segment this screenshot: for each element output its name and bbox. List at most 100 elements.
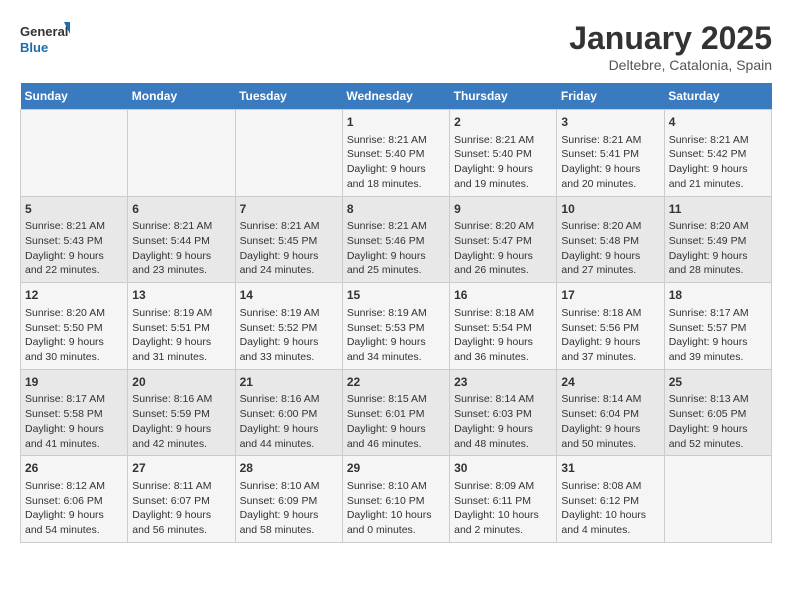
- header-thursday: Thursday: [450, 83, 557, 110]
- calendar-cell: 9Sunrise: 8:20 AM Sunset: 5:47 PM Daylig…: [450, 196, 557, 283]
- calendar-cell: 20Sunrise: 8:16 AM Sunset: 5:59 PM Dayli…: [128, 369, 235, 456]
- day-number: 18: [669, 287, 767, 304]
- header-row: SundayMondayTuesdayWednesdayThursdayFrid…: [21, 83, 772, 110]
- calendar-cell: [128, 110, 235, 197]
- day-number: 13: [132, 287, 230, 304]
- day-number: 15: [347, 287, 445, 304]
- calendar-cell: 5Sunrise: 8:21 AM Sunset: 5:43 PM Daylig…: [21, 196, 128, 283]
- day-number: 9: [454, 201, 552, 218]
- calendar-cell: 3 Sunrise: 8:21 AM Sunset: 5:41 PM Daylig…: [557, 110, 664, 197]
- day-number: 29: [347, 460, 445, 477]
- day-info: Sunrise: 8:09 AM Sunset: 6:11 PM Dayligh…: [454, 479, 552, 538]
- calendar-cell: 15 Sunrise: 8:19 AM Sunset: 5:53 PM Dayli…: [342, 283, 449, 370]
- calendar-cell: 31 Sunrise: 8:08 AM Sunset: 6:12 PM Dayli…: [557, 456, 664, 543]
- day-info: Sunrise: 8:21 AM Sunset: 5:40 PM Dayligh…: [454, 133, 552, 192]
- calendar-cell: 2 Sunrise: 8:21 AM Sunset: 5:40 PM Daylig…: [450, 110, 557, 197]
- calendar-cell: 4 Sunrise: 8:21 AM Sunset: 5:42 PM Daylig…: [664, 110, 771, 197]
- location-subtitle: Deltebre, Catalonia, Spain: [569, 57, 772, 73]
- day-number: 27: [132, 460, 230, 477]
- day-info: Sunrise: 8:10 AM Sunset: 6:09 PM Dayligh…: [240, 479, 338, 538]
- day-number: 19: [25, 374, 123, 391]
- calendar-cell: 25Sunrise: 8:13 AM Sunset: 6:05 PM Dayli…: [664, 369, 771, 456]
- logo: General Blue: [20, 20, 70, 60]
- month-title: January 2025: [569, 20, 772, 57]
- day-number: 10: [561, 201, 659, 218]
- day-info: Sunrise: 8:19 AM Sunset: 5:51 PM Dayligh…: [132, 306, 230, 365]
- day-number: 14: [240, 287, 338, 304]
- day-info: Sunrise: 8:08 AM Sunset: 6:12 PM Dayligh…: [561, 479, 659, 538]
- day-number: 6: [132, 201, 230, 218]
- day-info: Sunrise: 8:16 AM Sunset: 5:59 PM Dayligh…: [132, 392, 230, 451]
- day-info: Sunrise: 8:21 AM Sunset: 5:46 PM Dayligh…: [347, 219, 445, 278]
- calendar-cell: 16Sunrise: 8:18 AM Sunset: 5:54 PM Dayli…: [450, 283, 557, 370]
- week-row-1: 1 Sunrise: 8:21 AM Sunset: 5:40 PM Daylig…: [21, 110, 772, 197]
- calendar-cell: 22Sunrise: 8:15 AM Sunset: 6:01 PM Dayli…: [342, 369, 449, 456]
- header-monday: Monday: [128, 83, 235, 110]
- day-number: 21: [240, 374, 338, 391]
- svg-text:General: General: [20, 24, 68, 39]
- header-sunday: Sunday: [21, 83, 128, 110]
- calendar-cell: 12Sunrise: 8:20 AM Sunset: 5:50 PM Dayli…: [21, 283, 128, 370]
- day-info: Sunrise: 8:21 AM Sunset: 5:42 PM Dayligh…: [669, 133, 767, 192]
- day-info: Sunrise: 8:21 AM Sunset: 5:41 PM Dayligh…: [561, 133, 659, 192]
- day-info: Sunrise: 8:20 AM Sunset: 5:49 PM Dayligh…: [669, 219, 767, 278]
- week-row-5: 26Sunrise: 8:12 AM Sunset: 6:06 PM Dayli…: [21, 456, 772, 543]
- day-info: Sunrise: 8:10 AM Sunset: 6:10 PM Dayligh…: [347, 479, 445, 538]
- calendar-cell: [235, 110, 342, 197]
- day-number: 31: [561, 460, 659, 477]
- calendar-cell: 24Sunrise: 8:14 AM Sunset: 6:04 PM Dayli…: [557, 369, 664, 456]
- calendar-cell: 18Sunrise: 8:17 AM Sunset: 5:57 PM Dayli…: [664, 283, 771, 370]
- day-number: 7: [240, 201, 338, 218]
- calendar-cell: 28 Sunrise: 8:10 AM Sunset: 6:09 PM Dayli…: [235, 456, 342, 543]
- day-number: 3: [561, 114, 659, 131]
- calendar-cell: 13 Sunrise: 8:19 AM Sunset: 5:51 PM Dayli…: [128, 283, 235, 370]
- week-row-2: 5Sunrise: 8:21 AM Sunset: 5:43 PM Daylig…: [21, 196, 772, 283]
- day-info: Sunrise: 8:18 AM Sunset: 5:54 PM Dayligh…: [454, 306, 552, 365]
- calendar-cell: 10Sunrise: 8:20 AM Sunset: 5:48 PM Dayli…: [557, 196, 664, 283]
- day-info: Sunrise: 8:19 AM Sunset: 5:53 PM Dayligh…: [347, 306, 445, 365]
- day-info: Sunrise: 8:21 AM Sunset: 5:44 PM Dayligh…: [132, 219, 230, 278]
- day-number: 30: [454, 460, 552, 477]
- day-info: Sunrise: 8:15 AM Sunset: 6:01 PM Dayligh…: [347, 392, 445, 451]
- logo-svg: General Blue: [20, 20, 70, 60]
- day-info: Sunrise: 8:14 AM Sunset: 6:04 PM Dayligh…: [561, 392, 659, 451]
- day-number: 2: [454, 114, 552, 131]
- calendar-cell: 7Sunrise: 8:21 AM Sunset: 5:45 PM Daylig…: [235, 196, 342, 283]
- day-info: Sunrise: 8:13 AM Sunset: 6:05 PM Dayligh…: [669, 392, 767, 451]
- calendar-cell: 6Sunrise: 8:21 AM Sunset: 5:44 PM Daylig…: [128, 196, 235, 283]
- calendar-cell: [664, 456, 771, 543]
- calendar-cell: 23Sunrise: 8:14 AM Sunset: 6:03 PM Dayli…: [450, 369, 557, 456]
- day-info: Sunrise: 8:19 AM Sunset: 5:52 PM Dayligh…: [240, 306, 338, 365]
- day-number: 11: [669, 201, 767, 218]
- calendar-cell: 1 Sunrise: 8:21 AM Sunset: 5:40 PM Daylig…: [342, 110, 449, 197]
- svg-text:Blue: Blue: [20, 40, 48, 55]
- calendar-cell: 14 Sunrise: 8:19 AM Sunset: 5:52 PM Dayli…: [235, 283, 342, 370]
- day-info: Sunrise: 8:21 AM Sunset: 5:43 PM Dayligh…: [25, 219, 123, 278]
- calendar-cell: 29 Sunrise: 8:10 AM Sunset: 6:10 PM Dayli…: [342, 456, 449, 543]
- calendar-cell: 11Sunrise: 8:20 AM Sunset: 5:49 PM Dayli…: [664, 196, 771, 283]
- day-info: Sunrise: 8:16 AM Sunset: 6:00 PM Dayligh…: [240, 392, 338, 451]
- calendar-cell: 30 Sunrise: 8:09 AM Sunset: 6:11 PM Dayli…: [450, 456, 557, 543]
- day-info: Sunrise: 8:21 AM Sunset: 5:45 PM Dayligh…: [240, 219, 338, 278]
- day-number: 4: [669, 114, 767, 131]
- day-info: Sunrise: 8:14 AM Sunset: 6:03 PM Dayligh…: [454, 392, 552, 451]
- page-header: General Blue January 2025 Deltebre, Cata…: [20, 20, 772, 73]
- day-number: 26: [25, 460, 123, 477]
- header-friday: Friday: [557, 83, 664, 110]
- day-number: 25: [669, 374, 767, 391]
- day-number: 8: [347, 201, 445, 218]
- day-number: 17: [561, 287, 659, 304]
- calendar-cell: 26Sunrise: 8:12 AM Sunset: 6:06 PM Dayli…: [21, 456, 128, 543]
- week-row-3: 12Sunrise: 8:20 AM Sunset: 5:50 PM Dayli…: [21, 283, 772, 370]
- calendar-cell: 8Sunrise: 8:21 AM Sunset: 5:46 PM Daylig…: [342, 196, 449, 283]
- day-number: 24: [561, 374, 659, 391]
- day-number: 1: [347, 114, 445, 131]
- day-info: Sunrise: 8:17 AM Sunset: 5:58 PM Dayligh…: [25, 392, 123, 451]
- day-number: 28: [240, 460, 338, 477]
- calendar-cell: 19Sunrise: 8:17 AM Sunset: 5:58 PM Dayli…: [21, 369, 128, 456]
- day-info: Sunrise: 8:20 AM Sunset: 5:50 PM Dayligh…: [25, 306, 123, 365]
- day-number: 20: [132, 374, 230, 391]
- day-info: Sunrise: 8:11 AM Sunset: 6:07 PM Dayligh…: [132, 479, 230, 538]
- day-number: 22: [347, 374, 445, 391]
- day-info: Sunrise: 8:21 AM Sunset: 5:40 PM Dayligh…: [347, 133, 445, 192]
